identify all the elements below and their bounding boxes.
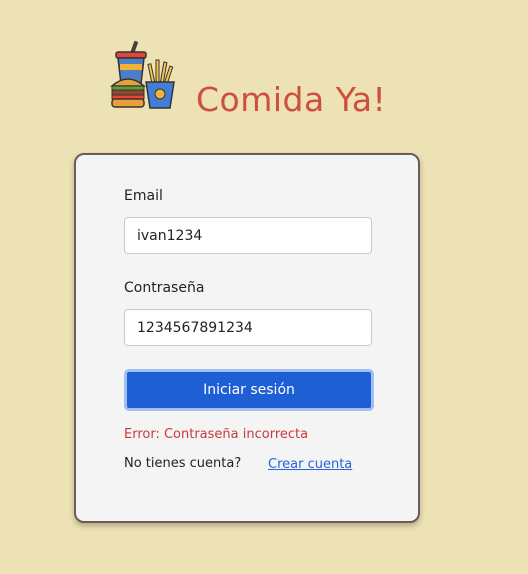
login-button[interactable]: Iniciar sesión [124, 369, 374, 411]
error-message: Error: Contraseña incorrecta [124, 427, 309, 442]
brand-title: Comida Ya! [196, 80, 387, 119]
email-field[interactable] [124, 217, 372, 254]
fast-food-combo-icon [110, 40, 175, 109]
signup-prompt: No tienes cuenta? [124, 456, 242, 471]
login-card: Email Contraseña Iniciar sesión Error: C… [74, 153, 420, 523]
create-account-link[interactable]: Crear cuenta [268, 457, 352, 472]
password-field[interactable] [124, 309, 372, 346]
password-label: Contraseña [124, 280, 205, 296]
brand-header: Comida Ya! [110, 38, 430, 128]
email-label: Email [124, 188, 163, 204]
